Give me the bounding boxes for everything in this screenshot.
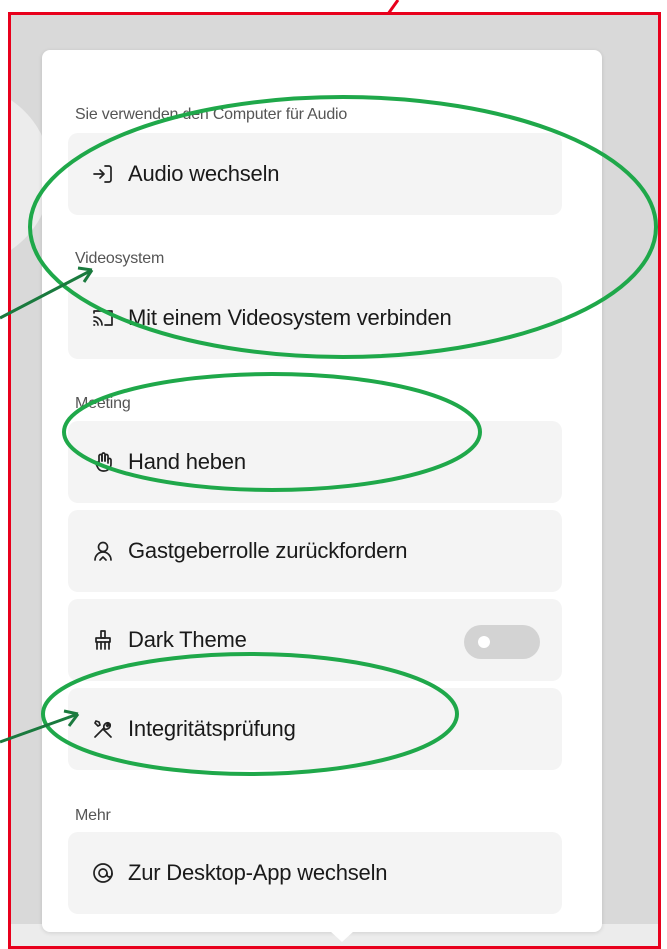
reclaim-host-role-button[interactable]: Gastgeberrolle zurückfordern bbox=[68, 510, 562, 592]
switch-desktop-app-label: Zur Desktop-App wechseln bbox=[128, 860, 388, 885]
hand-icon bbox=[90, 449, 116, 475]
section-label-audio: Sie verwenden den Computer für Audio bbox=[75, 106, 348, 123]
section-label-meeting: Meeting bbox=[75, 395, 131, 412]
section-label-more: Mehr bbox=[75, 807, 111, 824]
integrity-check-button[interactable]: Integritätsprüfung bbox=[68, 688, 562, 770]
connect-video-system-button[interactable]: Mit einem Videosystem verbinden bbox=[68, 277, 562, 359]
audio-switch-button[interactable]: Audio wechseln bbox=[68, 133, 562, 215]
audio-switch-label: Audio wechseln bbox=[128, 161, 280, 186]
integrity-check-label: Integritätsprüfung bbox=[128, 716, 296, 741]
toggle-knob bbox=[478, 636, 490, 648]
raise-hand-button[interactable]: Hand heben bbox=[68, 421, 562, 503]
dark-theme-row[interactable]: Dark Theme bbox=[68, 599, 562, 681]
section-label-video: Videosystem bbox=[75, 250, 165, 267]
highlight-frame: Sie verwenden den Computer für Audio Aud… bbox=[8, 12, 661, 949]
more-options-menu: Sie verwenden den Computer für Audio Aud… bbox=[42, 50, 602, 942]
menu-caret bbox=[330, 931, 354, 942]
cast-icon bbox=[90, 305, 116, 331]
brush-icon bbox=[90, 627, 116, 653]
switch-desktop-app-button[interactable]: Zur Desktop-App wechseln bbox=[68, 832, 562, 914]
dark-theme-toggle[interactable] bbox=[464, 625, 540, 659]
tools-icon bbox=[90, 716, 116, 742]
audio-switch-icon bbox=[90, 161, 116, 187]
connect-video-system-label: Mit einem Videosystem verbinden bbox=[128, 305, 452, 330]
desktop-app-icon bbox=[90, 860, 116, 886]
dark-theme-label: Dark Theme bbox=[128, 627, 247, 652]
raise-hand-label: Hand heben bbox=[128, 449, 246, 474]
reclaim-host-role-label: Gastgeberrolle zurückfordern bbox=[128, 538, 408, 563]
host-person-icon bbox=[90, 538, 116, 564]
